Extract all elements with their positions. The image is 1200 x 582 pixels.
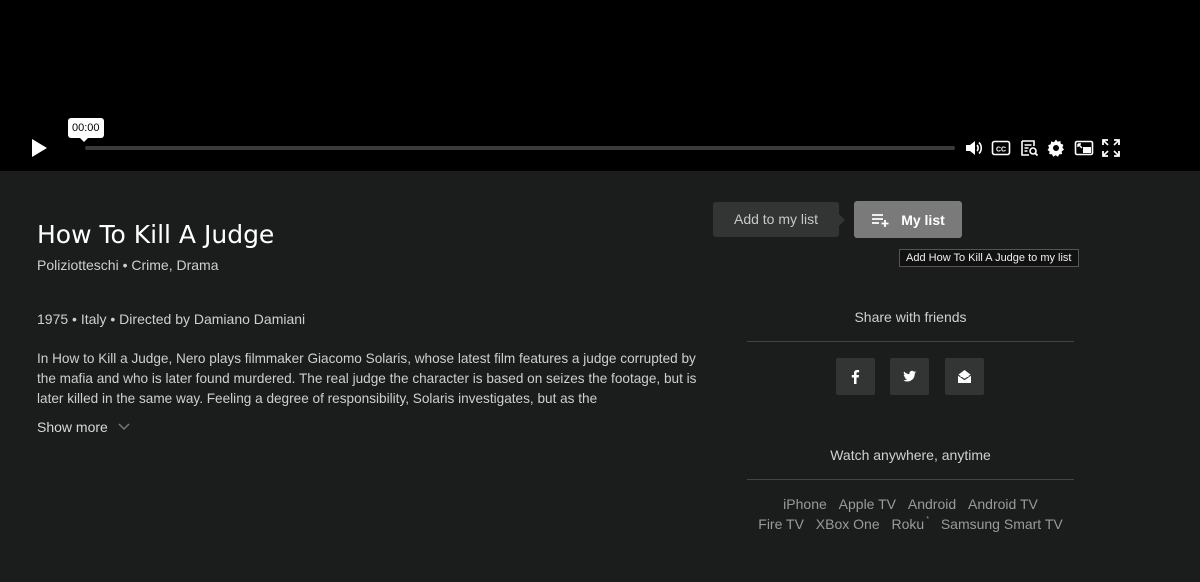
- show-more-label: Show more: [37, 419, 108, 435]
- my-list-label: My list: [901, 211, 945, 228]
- fullscreen-button[interactable]: [1101, 138, 1121, 158]
- my-list-tooltip: Add How To Kill A Judge to my list: [899, 249, 1079, 267]
- watch-anywhere-title: Watch anywhere, anytime: [830, 447, 991, 463]
- chevron-down-icon: [118, 423, 130, 431]
- email-icon: [957, 370, 972, 383]
- picture-in-picture-button[interactable]: [1074, 138, 1094, 158]
- show-more-button[interactable]: Show more: [37, 419, 130, 435]
- platform-apple-tv[interactable]: Apple TV: [839, 496, 896, 512]
- progress-bar[interactable]: [85, 146, 955, 150]
- video-player[interactable]: 00:00 CC: [0, 0, 1200, 171]
- fullscreen-icon: [1102, 139, 1120, 157]
- add-to-list-label: Add to my list: [713, 202, 845, 237]
- roku-trademark-mark: *: [926, 516, 929, 523]
- my-list-button[interactable]: My list: [854, 201, 962, 238]
- svg-text:CC: CC: [996, 147, 1006, 154]
- time-tooltip: 00:00: [68, 118, 104, 142]
- transcript-button[interactable]: [1019, 138, 1039, 158]
- movie-genres: Poliziotteschi • Crime, Drama: [37, 257, 219, 273]
- settings-icon: [1047, 139, 1064, 157]
- picture-in-picture-icon: [1074, 140, 1094, 156]
- platform-roku-label: Roku: [891, 516, 925, 532]
- platform-roku[interactable]: Roku *: [892, 516, 929, 532]
- platforms-row-2: Fire TV XBox One Roku * Samsung Smart TV: [747, 516, 1074, 532]
- play-button[interactable]: [28, 137, 50, 159]
- email-share-button[interactable]: [945, 358, 984, 395]
- settings-button[interactable]: [1046, 138, 1066, 158]
- play-icon: [32, 139, 47, 157]
- playlist-add-icon: [872, 213, 889, 227]
- share-divider: [747, 341, 1074, 342]
- facebook-icon: [851, 370, 860, 384]
- platform-fire-tv[interactable]: Fire TV: [758, 516, 804, 532]
- facebook-share-button[interactable]: [836, 358, 875, 395]
- movie-meta: 1975 • Italy • Directed by Damiano Damia…: [37, 311, 306, 327]
- platform-xbox-one[interactable]: XBox One: [816, 516, 880, 532]
- platform-iphone[interactable]: iPhone: [783, 496, 827, 512]
- platforms-row-1: iPhone Apple TV Android Android TV: [747, 496, 1074, 512]
- twitter-icon: [903, 370, 916, 382]
- platform-samsung-smart-tv[interactable]: Samsung Smart TV: [941, 516, 1063, 532]
- volume-button[interactable]: [964, 138, 984, 158]
- movie-title: How To Kill A Judge: [37, 220, 275, 249]
- share-title: Share with friends: [854, 309, 967, 325]
- platform-android-tv[interactable]: Android TV: [968, 496, 1038, 512]
- captions-button[interactable]: CC: [991, 138, 1011, 158]
- twitter-share-button[interactable]: [890, 358, 929, 395]
- platform-android[interactable]: Android: [908, 496, 956, 512]
- watch-divider: [747, 479, 1074, 480]
- transcript-icon: [1021, 140, 1039, 157]
- volume-icon: [966, 141, 983, 155]
- movie-description: In How to Kill a Judge, Nero plays filmm…: [37, 351, 697, 406]
- captions-icon: CC: [991, 140, 1011, 156]
